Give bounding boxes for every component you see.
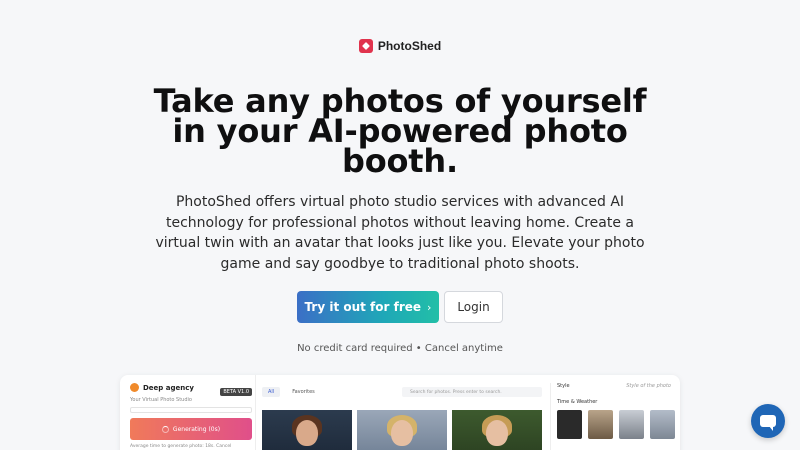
style-thumbnail: [557, 410, 582, 439]
cta-note: No credit card required • Cancel anytime: [297, 343, 503, 354]
style-thumbnail: [619, 410, 644, 439]
preview-photo-grid: [262, 410, 542, 450]
chevron-right-icon: ›: [427, 300, 432, 314]
generate-button: Generating (0s): [130, 418, 252, 440]
generate-label: Generating (0s): [172, 425, 221, 433]
hero-description: PhotoShed offers virtual photo studio se…: [155, 194, 645, 272]
preview-photo: [262, 410, 352, 450]
preview-divider: [255, 375, 256, 450]
try-free-button[interactable]: Try it out for free ›: [297, 291, 439, 323]
hero-headline: Take any photos of yourself in your AI-p…: [153, 82, 647, 180]
preview-subtitle: Your Virtual Photo Studio: [130, 397, 192, 403]
login-button[interactable]: Login: [444, 291, 503, 323]
brand-logo[interactable]: PhotoShed: [0, 39, 800, 53]
style-thumbnail: [588, 410, 613, 439]
app-preview: Deep agency BETA V1.0 Your Virtual Photo…: [120, 375, 680, 450]
style-row: Style Style of the photo: [557, 383, 675, 389]
photoshed-logo-icon: [358, 39, 373, 53]
chat-icon: [760, 415, 776, 431]
style-hint: Style of the photo: [626, 383, 671, 389]
brand-name: PhotoShed: [377, 39, 442, 53]
cta-row: Try it out for free › Login: [0, 291, 800, 323]
deep-agency-logo-icon: [130, 383, 139, 392]
beta-badge: BETA V1.0: [220, 388, 252, 396]
preview-search-input: Search for photos. Press enter to search…: [402, 387, 542, 397]
generate-tip: Average time to generate photo: 18s. Can…: [130, 444, 232, 449]
preview-sidebar: Deep agency BETA V1.0 Your Virtual Photo…: [130, 383, 252, 450]
try-free-label: Try it out for free: [304, 300, 422, 314]
preview-tabs: All Favorites Search for photos. Press e…: [262, 387, 542, 397]
preview-style-panel: Style Style of the photo Time & Weather: [550, 383, 675, 450]
preview-app-name: Deep agency: [143, 383, 194, 392]
preview-prompt-input: [130, 407, 252, 413]
style-label: Style: [557, 383, 570, 389]
chat-button[interactable]: [751, 404, 785, 438]
tab-favorites: Favorites: [292, 389, 315, 395]
style-thumbnail: [650, 410, 675, 439]
style-thumbnails: [557, 410, 675, 439]
preview-photo: [357, 410, 447, 450]
preview-photo: [452, 410, 542, 450]
preview-gallery: All Favorites Search for photos. Press e…: [262, 387, 542, 450]
tab-all: All: [262, 387, 281, 397]
spinner-icon: [161, 425, 169, 433]
time-weather-label: Time & Weather: [557, 399, 598, 405]
